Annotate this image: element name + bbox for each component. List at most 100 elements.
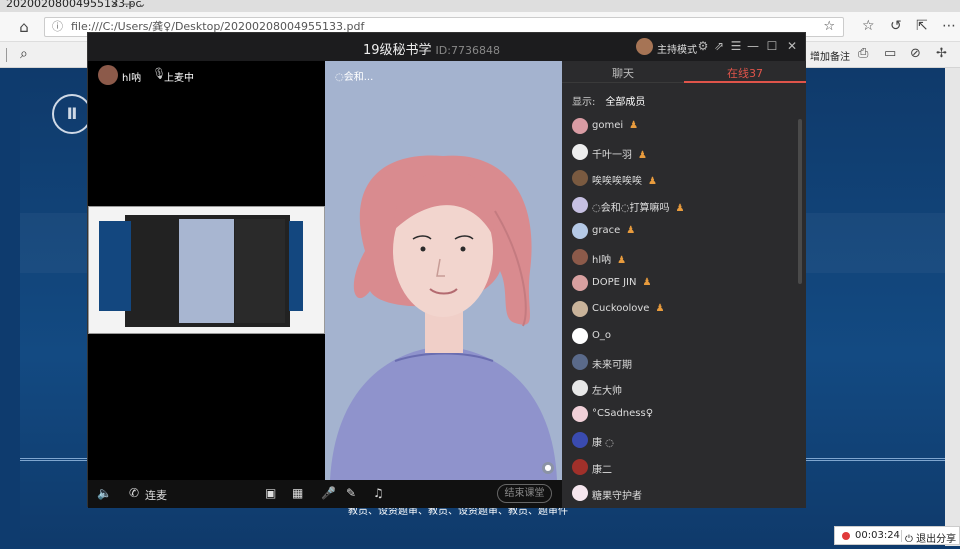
recording-dot-icon [842, 532, 850, 540]
member-name: grace ♟ [592, 224, 636, 236]
recording-bar: 00:03:24 ⏻ 退出分享 [834, 526, 960, 545]
member-row[interactable]: 康二 [572, 458, 792, 478]
search-icon[interactable]: ⌕ [20, 46, 28, 62]
member-row[interactable]: 糖果守护者 [572, 484, 792, 504]
member-name: ◌会和◌打算嘛吗 ♟ [592, 202, 685, 214]
exit-share-button[interactable]: ⏻ 退出分享 [905, 530, 956, 545]
home-icon[interactable]: ⌂ [14, 18, 34, 36]
tab-chat[interactable]: 聊天 [562, 65, 684, 81]
speaker-volume-icon[interactable]: 🔈 [97, 486, 112, 500]
recording-time: 00:03:24 [855, 530, 900, 541]
microphone-icon[interactable]: 🎤 [321, 486, 336, 500]
member-row[interactable]: DOPE JIN ♟ [572, 274, 792, 294]
member-name: 千叶一羽 ♟ [592, 150, 647, 162]
toolbar-divider [6, 48, 7, 62]
speaker-name: hl呐 [122, 73, 142, 84]
member-avatar [572, 458, 588, 475]
member-avatar [572, 301, 588, 318]
member-row[interactable]: 唉唉唉唉唉 ♟ [572, 169, 792, 189]
star-icon[interactable]: ☆ [823, 18, 835, 36]
member-row[interactable]: grace ♟ [572, 222, 792, 242]
member-filter[interactable]: 显示: 全部成员 [572, 93, 645, 108]
member-scrollbar[interactable] [798, 119, 802, 284]
pdf-scrollbar[interactable] [945, 68, 960, 546]
member-row[interactable]: ◌会和◌打算嘛吗 ♟ [572, 196, 792, 216]
member-name: O_o [592, 329, 611, 341]
tab-online[interactable]: 在线37 [684, 65, 806, 81]
tab-controls[interactable]: × — ⌄ [110, 0, 146, 10]
member-row[interactable]: 千叶一羽 ♟ [572, 143, 792, 163]
member-row[interactable]: 左大帅 [572, 379, 792, 399]
woman-avatar-illustration [330, 155, 557, 480]
member-row[interactable]: 未来可期 [572, 353, 792, 373]
maximize-icon[interactable]: ☐ [765, 39, 779, 53]
member-role-icon: ♟ [648, 176, 657, 188]
exit-share-label: 退出分享 [916, 534, 957, 545]
member-name: DOPE JIN ♟ [592, 277, 652, 289]
save-icon[interactable]: ▭ [884, 46, 896, 61]
nested-side-panel [235, 219, 285, 323]
edit-icon[interactable]: ✎ [346, 486, 356, 500]
info-icon[interactable]: ⓘ [52, 18, 63, 36]
member-avatar [572, 222, 588, 239]
class-id: ID:7736848 [435, 44, 500, 57]
member-row[interactable]: 康 ◌ [572, 431, 792, 451]
participant-video: ◌会和... ● [325, 61, 562, 480]
recording-divider [901, 530, 902, 542]
member-avatar [572, 327, 588, 344]
screen-share-preview[interactable] [88, 206, 325, 334]
member-name: Cuckoolove ♟ [592, 303, 665, 315]
browser-tab-bar: 20200208004955133.pc × — ⌄ [0, 0, 960, 12]
member-row[interactable]: Cuckoolove ♟ [572, 300, 792, 320]
camera-off-icon[interactable]: ▣ [265, 486, 276, 500]
menu-icon[interactable]: ☰ [729, 39, 743, 53]
end-class-button[interactable]: 结束课堂 [497, 484, 552, 503]
music-icon[interactable]: ♫ [373, 486, 384, 500]
member-row[interactable]: O_o [572, 327, 792, 347]
nested-avatar-video [179, 219, 234, 323]
class-name: 19级秘书学 [363, 43, 432, 58]
member-row[interactable]: hl呐 ♟ [572, 248, 792, 268]
member-role-icon: ♟ [675, 202, 685, 214]
member-name: 左大帅 [592, 386, 622, 397]
member-avatar [572, 170, 588, 187]
member-role-icon: ♟ [629, 120, 639, 131]
more-icon[interactable]: ⋯ [942, 18, 956, 34]
member-name: °CSadness♀ [592, 408, 654, 420]
classroom-titlebar[interactable]: 19级秘书学 ID:7736848 主持模式 ⚙ ⇗ ☰ — ☐ ✕ [88, 33, 805, 61]
member-avatar [572, 275, 588, 292]
readaloud-icon[interactable]: ⊘ [910, 46, 921, 61]
popout-icon[interactable]: ⇗ [712, 39, 726, 53]
favorites-icon[interactable]: ☆ [862, 18, 875, 34]
host-mode-label[interactable]: 主持模式 [657, 41, 697, 56]
member-row[interactable]: gomei ♟ [572, 117, 792, 137]
connect-mic-button[interactable]: 连麦 [145, 487, 167, 503]
print-icon[interactable]: ⎙ [858, 46, 868, 61]
classroom-window: 19级秘书学 ID:7736848 主持模式 ⚙ ⇗ ☰ — ☐ ✕ hl呐 🎙 … [87, 32, 806, 508]
history-icon[interactable]: ↺ [890, 18, 902, 34]
member-role-icon: ♟ [642, 277, 652, 289]
side-tabs: 聊天 在线37 [562, 61, 806, 83]
member-row[interactable]: °CSadness♀ [572, 405, 792, 425]
phone-icon[interactable]: ✆ [129, 486, 139, 500]
member-name: gomei ♟ [592, 120, 639, 131]
filter-label: 显示: [572, 97, 596, 108]
settings-icon[interactable]: ⚙ [696, 39, 710, 53]
filter-value[interactable]: 全部成员 [605, 97, 645, 108]
member-name: 康 ◌ [592, 438, 614, 450]
share-icon[interactable]: ⇱ [916, 18, 928, 34]
member-avatar [572, 144, 588, 161]
member-side-panel: 聊天 在线37 显示: 全部成员 gomei ♟ 千叶一羽 ♟ 唉唉唉唉唉 ♟ ◌会和◌打算嘛… [562, 61, 806, 508]
member-name: 未来可期 [592, 359, 632, 371]
close-icon[interactable]: ✕ [785, 39, 799, 53]
nested-pdf-right [289, 221, 303, 311]
add-note-button[interactable]: 增加备注 [810, 48, 850, 63]
member-role-icon: ♟ [626, 224, 636, 236]
host-avatar[interactable] [636, 38, 653, 55]
university-logo-icon: Ⅱ [52, 94, 92, 134]
minimize-icon[interactable]: — [746, 39, 760, 53]
pin-icon[interactable]: ✢ [936, 46, 947, 61]
member-avatar [572, 249, 588, 265]
screen-share-icon[interactable]: ▦ [292, 486, 303, 500]
member-name: hl呐 ♟ [592, 255, 627, 266]
